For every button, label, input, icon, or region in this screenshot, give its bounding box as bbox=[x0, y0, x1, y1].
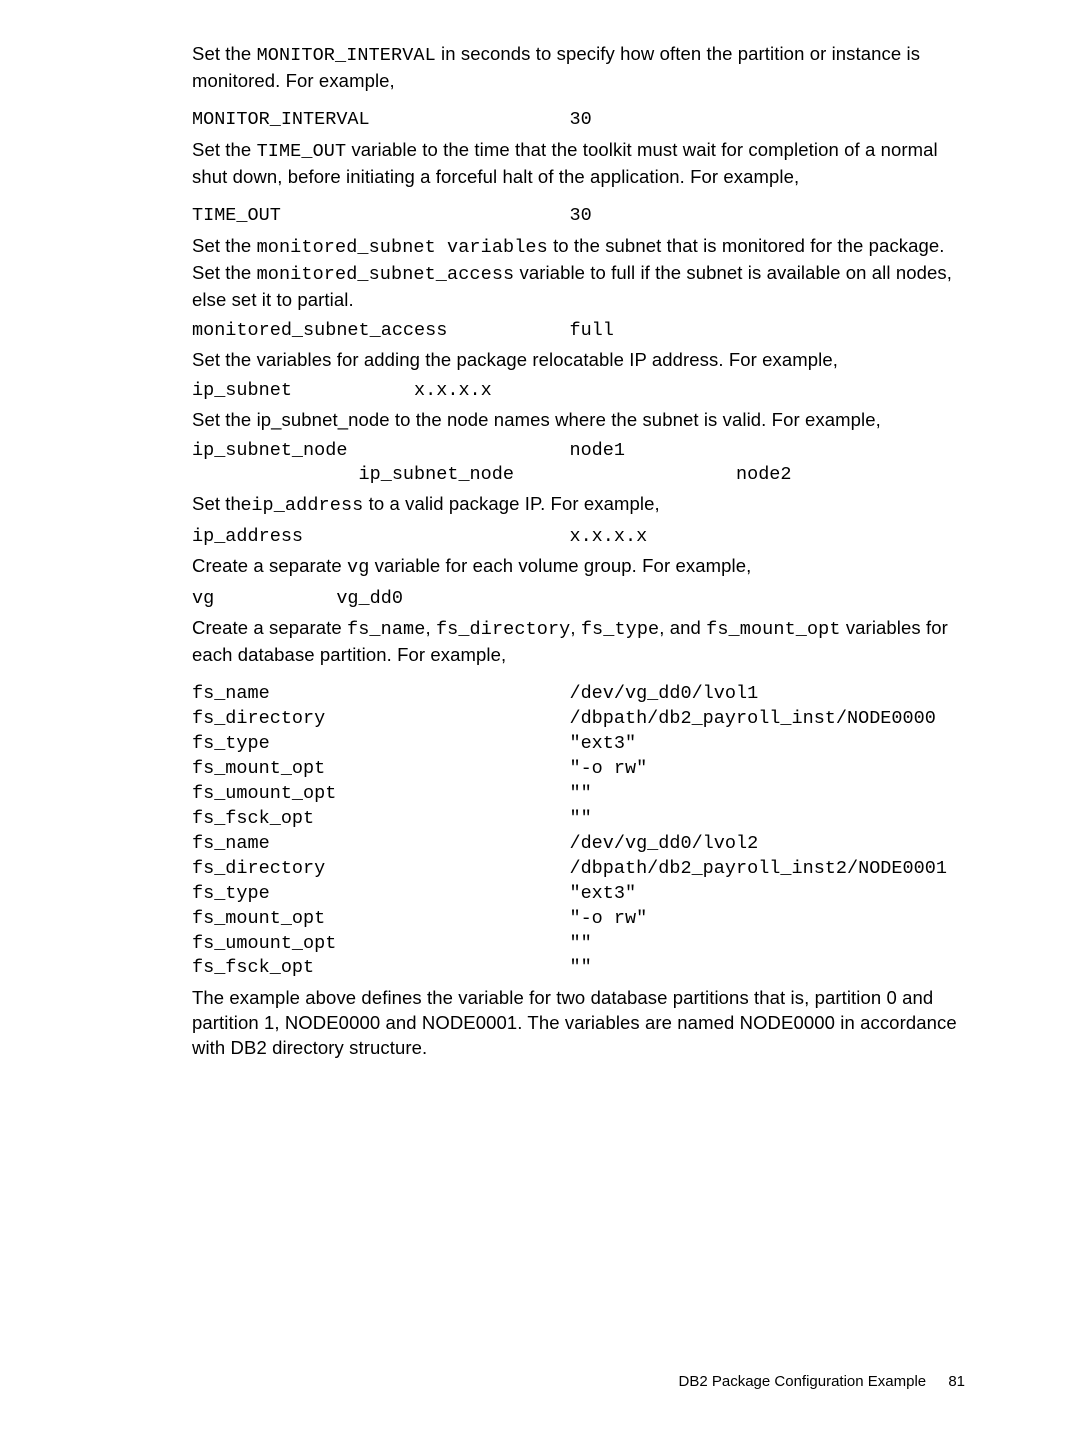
paragraph-fs: Create a separate fs_name, fs_directory,… bbox=[192, 616, 965, 668]
code-inline: fs_type bbox=[581, 619, 659, 640]
code-inline: TIME_OUT bbox=[257, 141, 347, 162]
code-inline: fs_name bbox=[347, 619, 425, 640]
text: Create a separate bbox=[192, 617, 347, 638]
code-inline: monitored_subnet_access bbox=[257, 264, 515, 285]
footer-page-number: 81 bbox=[948, 1373, 965, 1390]
paragraph-timeout: Set the TIME_OUT variable to the time th… bbox=[192, 138, 965, 190]
code-block-ip-subnet-node: ip_subnet_node node1 ip_subnet_node node… bbox=[192, 439, 965, 487]
text: , bbox=[425, 617, 435, 638]
page-content: Set the MONITOR_INTERVAL in seconds to s… bbox=[0, 0, 1080, 1061]
code-inline: vg bbox=[347, 557, 369, 578]
code-inline: MONITOR_INTERVAL bbox=[257, 45, 436, 66]
paragraph-vg: Create a separate vg variable for each v… bbox=[192, 554, 965, 581]
text: variable for each volume group. For exam… bbox=[369, 555, 751, 576]
code-block-vg: vg vg_dd0 bbox=[192, 587, 965, 611]
paragraph-example-note: The example above defines the variable f… bbox=[192, 986, 965, 1061]
code-block-monitor-interval: MONITOR_INTERVAL 30 bbox=[192, 108, 965, 133]
code-block-ip-subnet: ip_subnet x.x.x.x bbox=[192, 379, 965, 403]
paragraph-ip-address: Set the variables for adding the package… bbox=[192, 348, 965, 373]
paragraph-ip-address-set: Set theip_address to a valid package IP.… bbox=[192, 492, 965, 519]
text: Set the bbox=[192, 43, 257, 64]
text: , bbox=[570, 617, 580, 638]
code-block-monitored-subnet: monitored_subnet_access full bbox=[192, 319, 965, 343]
text: Set the bbox=[192, 235, 257, 256]
code-block-fs: fs_name /dev/vg_dd0/lvol1 fs_directory /… bbox=[192, 682, 965, 982]
text: Set the bbox=[192, 493, 251, 514]
footer-title: DB2 Package Configuration Example bbox=[679, 1373, 927, 1390]
code-inline: monitored_subnet variables bbox=[257, 237, 548, 258]
page-footer: DB2 Package Configuration Example 81 bbox=[679, 1373, 966, 1390]
paragraph-monitored-subnet: Set the monitored_subnet variables to th… bbox=[192, 234, 965, 313]
text: Create a separate bbox=[192, 555, 347, 576]
code-inline: ip_address bbox=[251, 495, 363, 516]
paragraph-ip-subnet-node: Set the ip_subnet_node to the node names… bbox=[192, 408, 965, 433]
text: Set the bbox=[192, 139, 257, 160]
paragraph-monitor-interval: Set the MONITOR_INTERVAL in seconds to s… bbox=[192, 42, 965, 94]
code-block-ip-address: ip_address x.x.x.x bbox=[192, 525, 965, 549]
code-inline: fs_mount_opt bbox=[706, 619, 840, 640]
code-inline: fs_directory bbox=[436, 619, 570, 640]
text: , and bbox=[659, 617, 706, 638]
code-block-timeout: TIME_OUT 30 bbox=[192, 204, 965, 229]
text: to a valid package IP. For example, bbox=[363, 493, 659, 514]
